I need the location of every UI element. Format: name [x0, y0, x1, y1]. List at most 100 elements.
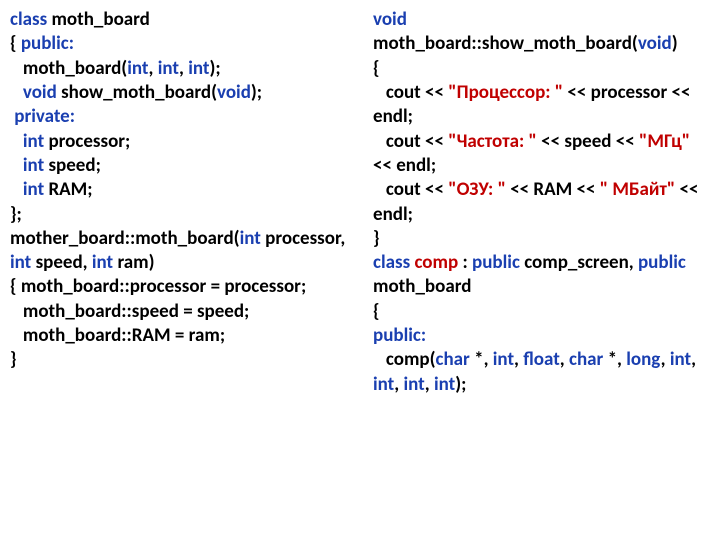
- kw-void: void: [638, 32, 672, 55]
- txt: speed;: [44, 154, 101, 177]
- kw-int: int: [23, 130, 44, 153]
- kw-int: int: [373, 373, 394, 396]
- txt: cout <<: [373, 178, 448, 201]
- str: "Процессор: ": [448, 81, 563, 104]
- str: "Частота: ": [448, 130, 537, 153]
- code-line: private:: [10, 105, 355, 129]
- kw-long: long: [626, 348, 660, 371]
- left-column: class moth_board { public: moth_board(in…: [10, 8, 367, 532]
- kw-int: int: [434, 373, 455, 396]
- kw-void: void: [23, 81, 57, 104]
- code-line: cout << "Частота: " << speed << "МГц" <<…: [373, 130, 710, 179]
- code-line: cout << "Процессор: " << processor << en…: [373, 81, 710, 130]
- kw-void: void: [217, 81, 251, 104]
- txt: *,: [603, 348, 626, 371]
- txt: speed,: [31, 251, 92, 274]
- txt: << speed <<: [537, 130, 639, 153]
- txt: comp(: [373, 348, 436, 371]
- txt: processor,: [261, 227, 345, 250]
- code-line: class comp : public comp_screen, public …: [373, 251, 710, 300]
- code-line: { public:: [10, 32, 355, 56]
- code-line: int speed;: [10, 154, 355, 178]
- txt: [10, 154, 23, 177]
- txt: moth_board::RAM = ram;: [10, 324, 225, 347]
- kw-int: int: [127, 57, 148, 80]
- class-name: moth_board: [51, 8, 149, 31]
- kw-int: int: [23, 154, 44, 177]
- kw-public: public:: [21, 32, 74, 55]
- kw-int: int: [670, 348, 691, 371]
- kw-int: int: [240, 227, 261, 250]
- code-line: void moth_board::show_moth_board(void): [373, 8, 710, 57]
- txt: { moth_board::processor = processor;: [10, 275, 306, 298]
- code-line: int processor;: [10, 130, 355, 154]
- txt: ): [672, 32, 678, 55]
- kw-int: int: [23, 178, 44, 201]
- code-line: moth_board::RAM = ram;: [10, 324, 355, 348]
- txt: }: [373, 227, 380, 250]
- kw-int: int: [188, 57, 209, 80]
- txt: comp_screen,: [520, 251, 638, 274]
- kw-float: float: [523, 348, 560, 371]
- code-line: cout << "ОЗУ: " << RAM << " МБайт" << en…: [373, 178, 710, 227]
- txt: ,: [661, 348, 670, 371]
- code-line: void show_moth_board(void);: [10, 81, 355, 105]
- txt: processor;: [44, 130, 130, 153]
- code-line: }: [373, 227, 710, 251]
- txt: cout <<: [373, 130, 448, 153]
- txt: ,: [514, 348, 523, 371]
- kw-public: public: [638, 251, 686, 274]
- kw-int: int: [493, 348, 514, 371]
- kw-class: class: [10, 8, 47, 31]
- code-line: moth_board::speed = speed;: [10, 300, 355, 324]
- kw-int: int: [10, 251, 31, 274]
- str: " МБайт": [600, 178, 675, 201]
- code-line: };: [10, 203, 355, 227]
- txt: {: [373, 300, 380, 323]
- txt: );: [455, 373, 466, 396]
- txt: }: [10, 348, 17, 371]
- txt: ,: [560, 348, 569, 371]
- txt: ,: [425, 373, 434, 396]
- code-line: moth_board(int, int, int);: [10, 57, 355, 81]
- txt: [10, 130, 23, 153]
- kw-void: void: [373, 8, 407, 31]
- txt: show_moth_board(: [57, 81, 217, 104]
- kw-public: public: [472, 251, 520, 274]
- txt: mother_board::moth_board(: [10, 227, 240, 250]
- txt: RAM;: [44, 178, 92, 201]
- code-line: { moth_board::processor = processor;: [10, 275, 355, 299]
- code-line: mother_board::moth_board(int processor, …: [10, 227, 355, 276]
- txt: {: [10, 32, 21, 55]
- txt: cout <<: [373, 81, 448, 104]
- txt: );: [251, 81, 262, 104]
- txt: *,: [470, 348, 493, 371]
- txt: ,: [691, 348, 696, 371]
- txt: [10, 81, 23, 104]
- code-line: int RAM;: [10, 178, 355, 202]
- code-line: public:: [373, 324, 710, 348]
- kw-class: class: [373, 251, 410, 274]
- code-line: }: [10, 348, 355, 372]
- code-line: class moth_board: [10, 8, 355, 32]
- kw-int: int: [92, 251, 113, 274]
- txt: ,: [149, 57, 158, 80]
- kw-int: int: [403, 373, 424, 396]
- txt: :: [462, 251, 472, 274]
- txt: ram): [113, 251, 154, 274]
- txt: moth_board(: [10, 57, 127, 80]
- txt: [10, 178, 23, 201]
- kw-int: int: [158, 57, 179, 80]
- str: "ОЗУ: ": [448, 178, 506, 201]
- txt: moth_board: [373, 275, 471, 298]
- kw-char: char: [436, 348, 470, 371]
- right-column: void moth_board::show_moth_board(void) {…: [367, 8, 710, 532]
- code-line: {: [373, 300, 710, 324]
- txt: ,: [179, 57, 188, 80]
- txt: << RAM <<: [506, 178, 600, 201]
- txt: {: [373, 57, 380, 80]
- str: "МГц": [639, 130, 690, 153]
- code-line: {: [373, 57, 710, 81]
- kw-private: private:: [14, 105, 75, 128]
- txt: };: [10, 203, 22, 226]
